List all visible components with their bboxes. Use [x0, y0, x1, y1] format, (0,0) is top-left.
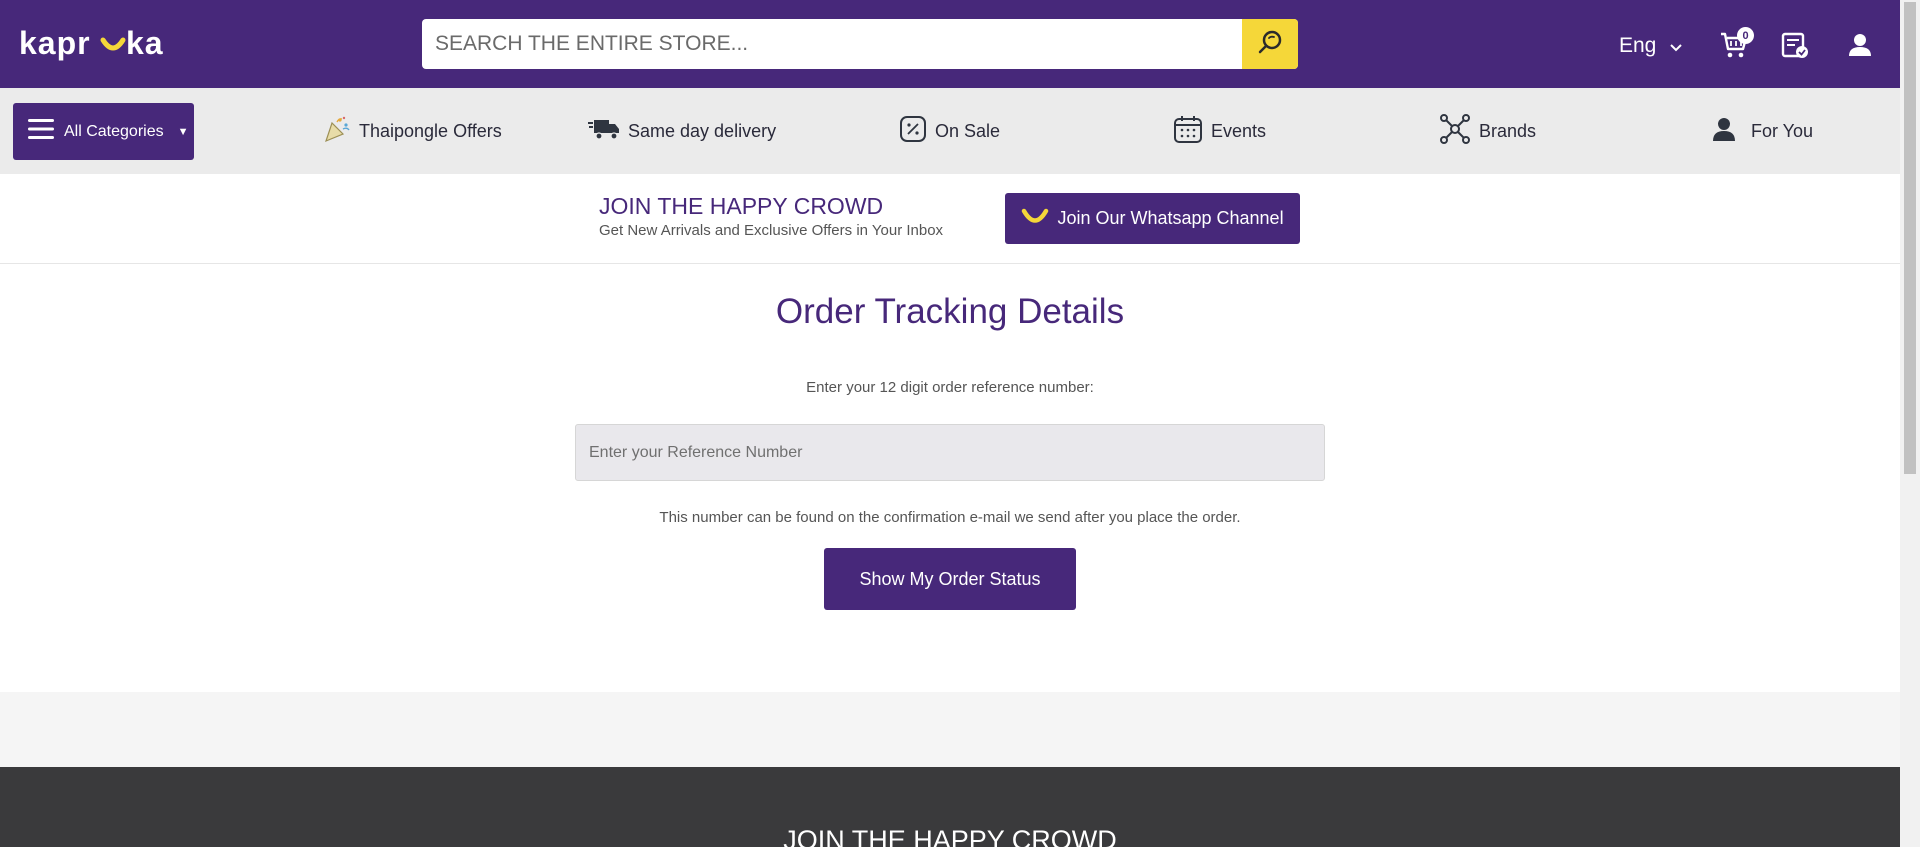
top-header: kapr ka Eng — [0, 0, 1900, 88]
discount-tag-icon — [899, 115, 927, 148]
delivery-truck-icon — [588, 116, 620, 147]
order-list-icon[interactable] — [1780, 30, 1810, 60]
page-scrollbar[interactable] — [1900, 0, 1920, 847]
nav-item-label: On Sale — [935, 120, 1001, 141]
newsletter-strip: JOIN THE HAPPY CROWD Get New Arrivals an… — [0, 174, 1900, 264]
footer: JOIN THE HAPPY CROWD — [0, 767, 1900, 847]
reference-number-input[interactable] — [575, 424, 1325, 481]
nav-item-on-sale[interactable]: On Sale — [899, 115, 1001, 148]
scrollbar-thumb[interactable] — [1904, 2, 1916, 474]
svg-text:kapr: kapr — [19, 26, 91, 61]
svg-text:ka: ka — [126, 26, 164, 61]
whatsapp-channel-button[interactable]: Join Our Whatsapp Channel — [1005, 193, 1300, 244]
nav-item-events[interactable]: Events — [1173, 114, 1267, 149]
promo-title: JOIN THE HAPPY CROWD — [599, 193, 884, 219]
nav-item-for-you[interactable]: For You — [1711, 116, 1813, 146]
search-button[interactable] — [1242, 19, 1298, 69]
language-selector[interactable]: Eng — [1619, 34, 1683, 58]
calendar-icon — [1173, 114, 1203, 149]
search-icon — [1257, 29, 1283, 60]
nav-item-label: Brands — [1479, 120, 1537, 141]
search-bar — [422, 19, 1298, 69]
smile-icon — [1021, 208, 1049, 229]
category-nav: All Categories ▼ Thaipongle Offers Same … — [0, 88, 1900, 174]
nav-item-label: Thaipongle Offers — [359, 120, 502, 141]
nav-item-brands[interactable]: Brands — [1439, 113, 1537, 146]
nav-item-same-day-delivery[interactable]: Same day delivery — [588, 116, 776, 146]
reference-hint: This number can be found on the confirma… — [659, 509, 1241, 526]
hamburger-menu-icon — [28, 116, 54, 147]
section-divider — [0, 692, 1900, 767]
whatsapp-button-label: Join Our Whatsapp Channel — [1057, 208, 1284, 228]
footer-title: JOIN THE HAPPY CROWD — [783, 825, 1117, 847]
cart-count-badge: 0 — [1737, 27, 1754, 44]
language-label: Eng — [1619, 34, 1657, 57]
page-title: Order Tracking Details — [775, 292, 1125, 331]
user-icon — [1711, 116, 1737, 147]
account-icon[interactable] — [1845, 30, 1875, 60]
show-order-status-button[interactable]: Show My Order Status — [824, 548, 1076, 610]
all-categories-label: All Categories — [64, 122, 164, 140]
network-icon — [1439, 113, 1471, 150]
reference-instruction: Enter your 12 digit order reference numb… — [806, 379, 1094, 396]
caret-down-icon: ▼ — [177, 125, 189, 138]
promo-subtitle: Get New Arrivals and Exclusive Offers in… — [599, 222, 944, 239]
kapruka-logo[interactable]: kapr ka — [19, 26, 181, 62]
party-popper-icon — [323, 115, 351, 148]
search-input[interactable] — [422, 19, 1242, 69]
nav-item-label: Same day delivery — [628, 120, 777, 141]
nav-item-thaipongle-offers[interactable]: Thaipongle Offers — [323, 116, 502, 146]
nav-item-label: Events — [1211, 120, 1267, 141]
chevron-down-icon — [1670, 34, 1683, 58]
nav-item-label: For You — [1751, 120, 1814, 141]
all-categories-button[interactable]: All Categories ▼ — [13, 103, 194, 160]
